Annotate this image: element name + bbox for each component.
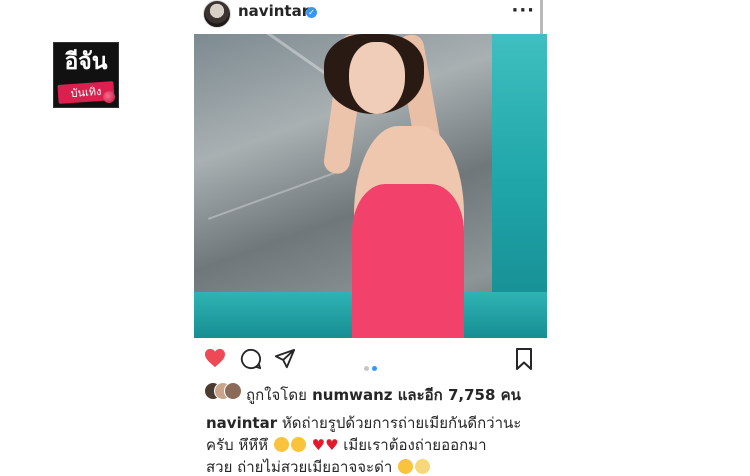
likes-suffix: และอีก 7,758 คน (397, 386, 521, 404)
share-icon[interactable] (274, 348, 296, 370)
logo-main-text: อีจัน (64, 49, 108, 75)
caption-line-2b: เมียเราต้องถ่ายออกมา (343, 436, 487, 454)
carousel-indicator (364, 356, 380, 375)
stone-texture (207, 170, 341, 220)
liker-username[interactable]: numwanz (312, 386, 392, 404)
like-heart-icon[interactable] (204, 348, 226, 368)
instagram-post: navintar ✓ ··· ถูกใจโดย numwanz และอีก 7… (194, 0, 547, 476)
post-header: navintar ✓ ··· (194, 0, 547, 30)
likes-prefix: ถูกใจโดย (246, 386, 307, 404)
liker-avatars (204, 382, 244, 400)
avatar[interactable] (203, 0, 231, 28)
likes-summary: ถูกใจโดย numwanz และอีก 7,758 คน (204, 382, 544, 404)
likes-text[interactable]: ถูกใจโดย numwanz และอีก 7,758 คน (246, 383, 521, 407)
action-bar (194, 346, 547, 372)
verified-badge-icon: ✓ (306, 7, 317, 18)
red-heart-emoji-icon: ♥ (325, 436, 339, 454)
squinting-tongue-emoji-icon (290, 437, 306, 452)
liker-avatar[interactable] (224, 382, 242, 400)
carousel-dot (364, 366, 369, 371)
squinting-tongue-emoji-icon (273, 437, 289, 452)
figure-swimsuit (352, 184, 464, 338)
red-heart-emoji-icon: ♥ (311, 436, 326, 454)
screaming-face-emoji-icon (415, 459, 431, 474)
bookmark-icon[interactable] (515, 348, 533, 370)
caption-line-2a: ครับ หึหึหึ (206, 436, 269, 454)
hushed-face-emoji-icon (398, 459, 414, 474)
figure-face (349, 42, 405, 114)
caption-username[interactable]: navintar (206, 414, 277, 432)
caption-line-1: หัดถ่ายรูปด้วยการถ่ายเมียกันดีกว่านะ (281, 414, 522, 432)
caption-line-3a: สวย ถ่ายไม่สวยเมียอาจจะด่า (206, 458, 393, 476)
post-username[interactable]: navintar (238, 2, 309, 20)
comment-icon[interactable] (240, 348, 262, 370)
screenshot: อีจัน บันเทิง navintar ✓ ··· ถูกใจโดย nu… (0, 0, 750, 476)
carousel-dot-active (372, 366, 377, 371)
more-options-icon[interactable]: ··· (511, 0, 535, 21)
post-caption: navintar หัดถ่ายรูปด้วยการถ่ายเมียกันดีก… (206, 412, 546, 476)
watermark-logo: อีจัน บันเทิง (53, 42, 119, 108)
post-photo[interactable] (194, 34, 547, 338)
flower-icon (103, 91, 115, 103)
